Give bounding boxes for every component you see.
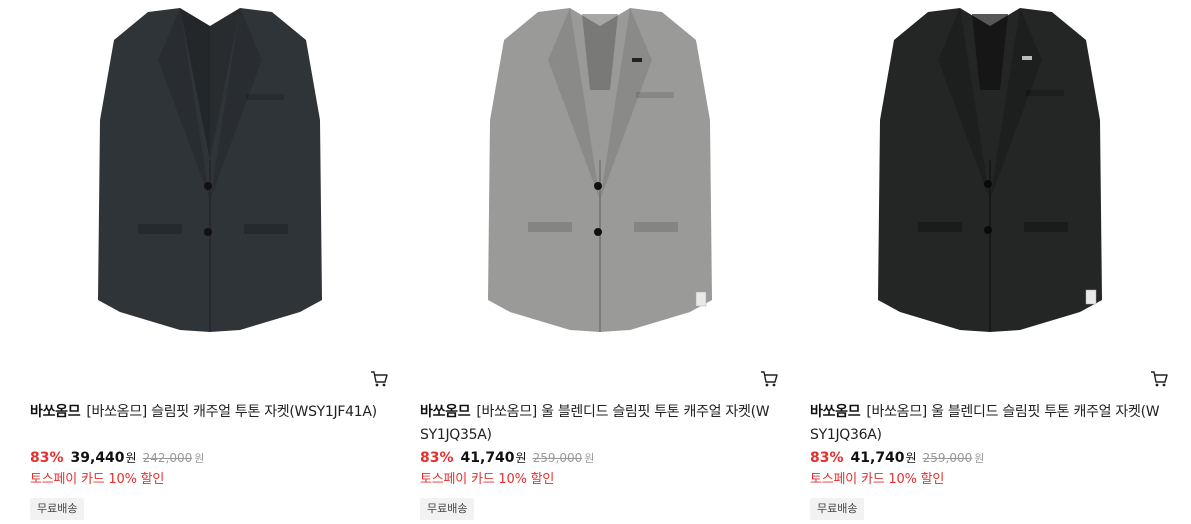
sale-price: 41,740 — [850, 450, 905, 466]
product-image[interactable] — [810, 0, 1170, 360]
sale-price: 39,440 — [70, 450, 125, 466]
original-price-unit: 원 — [584, 452, 595, 465]
shopping-cart-icon[interactable] — [370, 370, 388, 388]
price-unit: 원 — [905, 451, 917, 465]
original-price-unit: 원 — [194, 452, 205, 465]
price-row: 83% 41,740 원 259,000 원 — [420, 449, 594, 469]
original-price-unit: 원 — [974, 452, 985, 465]
price-unit: 원 — [125, 451, 137, 465]
product-grid: 바쏘옴므 [바쏘옴므] 슬림핏 캐주얼 투톤 자켓(WSY1JF41A) 83% … — [0, 0, 1191, 524]
product-name: [바쏘옴므] 울 블렌디드 슬림핏 투톤 캐주얼 자켓(WSY1JQ35A) — [420, 404, 770, 443]
shopping-cart-icon[interactable] — [760, 370, 778, 388]
brand-name: 바쏘옴므 — [30, 404, 81, 420]
discount-rate: 83% — [810, 450, 844, 466]
price-row: 83% 39,440 원 242,000 원 — [30, 449, 204, 469]
shopping-cart-icon[interactable] — [1150, 370, 1168, 388]
card-promo-text: 토스페이 카드 10% 할인 — [30, 472, 165, 487]
free-shipping-badge: 무료배송 — [810, 498, 865, 520]
original-price: 242,000 — [142, 451, 193, 465]
product-card[interactable]: 바쏘옴므 [바쏘옴므] 슬림핏 캐주얼 투톤 자켓(WSY1JF41A) 83% … — [30, 0, 390, 524]
discount-rate: 83% — [420, 450, 454, 466]
card-promo-text: 토스페이 카드 10% 할인 — [420, 472, 555, 487]
free-shipping-badge: 무료배송 — [30, 498, 85, 520]
free-shipping-badge: 무료배송 — [420, 498, 475, 520]
product-title[interactable]: 바쏘옴므 [바쏘옴므] 울 블렌디드 슬림핏 투톤 캐주얼 자켓(WSY1JQ36… — [810, 401, 1166, 447]
product-image[interactable] — [30, 0, 390, 360]
product-title[interactable]: 바쏘옴므 [바쏘옴므] 슬림핏 캐주얼 투톤 자켓(WSY1JF41A) — [30, 401, 386, 424]
product-image[interactable] — [420, 0, 780, 360]
brand-name: 바쏘옴므 — [420, 404, 471, 420]
discount-rate: 83% — [30, 450, 64, 466]
product-card[interactable]: 바쏘옴므 [바쏘옴므] 울 블렌디드 슬림핏 투톤 캐주얼 자켓(WSY1JQ35… — [420, 0, 780, 524]
original-price: 259,000 — [922, 451, 973, 465]
original-price: 259,000 — [532, 451, 583, 465]
card-promo-text: 토스페이 카드 10% 할인 — [810, 472, 945, 487]
price-row: 83% 41,740 원 259,000 원 — [810, 449, 984, 469]
product-card[interactable]: 바쏘옴므 [바쏘옴므] 울 블렌디드 슬림핏 투톤 캐주얼 자켓(WSY1JQ36… — [810, 0, 1170, 524]
sale-price: 41,740 — [460, 450, 515, 466]
price-unit: 원 — [515, 451, 527, 465]
product-name: [바쏘옴므] 슬림핏 캐주얼 투톤 자켓(WSY1JF41A) — [86, 404, 377, 420]
product-title[interactable]: 바쏘옴므 [바쏘옴므] 울 블렌디드 슬림핏 투톤 캐주얼 자켓(WSY1JQ35… — [420, 401, 776, 447]
brand-name: 바쏘옴므 — [810, 404, 861, 420]
product-name: [바쏘옴므] 울 블렌디드 슬림핏 투톤 캐주얼 자켓(WSY1JQ36A) — [810, 404, 1160, 443]
